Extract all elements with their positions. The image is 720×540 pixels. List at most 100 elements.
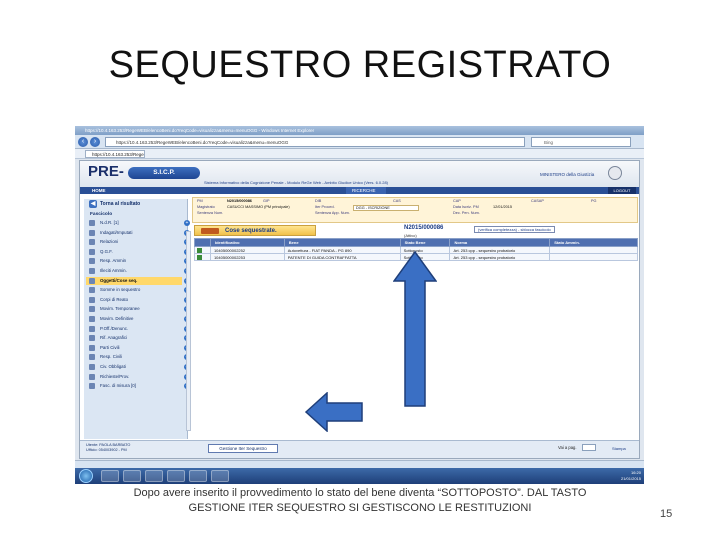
sidebar-item-label: Movim. Temporanee <box>100 306 140 312</box>
sidebar-item-icon <box>89 316 95 322</box>
sidebar-item[interactable]: Relazioni <box>86 238 182 246</box>
data-iscrizione-value: 12/01/2015 <box>493 205 513 209</box>
sidebar-item[interactable]: Indagati/Imputati <box>86 229 182 237</box>
sentenza-app-label: Sentenza App. Num. <box>315 211 350 215</box>
sidebar-item[interactable]: P.Off./Denunc. <box>86 325 182 333</box>
taskbar-app-media-icon[interactable] <box>145 470 163 482</box>
sidebar-item[interactable]: Corpi di Reato <box>86 296 182 304</box>
go-to-page-input[interactable] <box>582 444 596 451</box>
sidebar-item[interactable]: Civ. Obbligati <box>86 363 182 371</box>
sidebar-item-icon <box>89 287 95 294</box>
back-to-results-button[interactable]: ◀ Torna al risultato <box>86 199 184 209</box>
windows-taskbar: 16:20 21/01/2015 <box>75 468 644 484</box>
browser-address-bar: ‹ › https://10.4.163.253/RegeWEB/elencoB… <box>75 135 644 149</box>
sidebar-item-label: Relazioni <box>100 239 119 245</box>
sidebar-item-icon <box>89 383 95 390</box>
taskbar-app-browser-icon[interactable] <box>167 470 185 482</box>
sidebar-item-icon <box>89 306 95 313</box>
taskbar-app-ie-icon[interactable] <box>101 470 119 482</box>
sidebar-scrollbar[interactable] <box>186 231 191 431</box>
sidebar-item[interactable]: Rif. Anagrafici <box>86 334 182 342</box>
fascicolo-header: Fascicolo <box>90 212 113 217</box>
iter-value: DGG - ISCRIZIONE <box>353 205 419 212</box>
sidebar-item[interactable]: Somme in sequestro <box>86 286 182 294</box>
app-header: PRE- S.I.C.P. Sistema Informativo della … <box>80 161 639 187</box>
logout-button[interactable]: LOGOUT <box>608 187 636 194</box>
table-cell <box>549 246 638 254</box>
sidebar-item-icon <box>89 258 95 265</box>
dec-pen-label: Dec. Pen. Num. <box>453 211 480 215</box>
start-button-icon[interactable] <box>79 469 93 483</box>
browser-tab[interactable]: https://10.4.163.253/Rege... <box>85 150 145 158</box>
table-header-cell: Bene <box>283 238 401 247</box>
cas-label: CAS <box>393 199 401 203</box>
sidebar-item-label: Q.G.F. <box>100 248 113 254</box>
pm-label: PM <box>197 199 203 203</box>
table-header-cell: Norma <box>449 238 551 247</box>
ricerche-button[interactable]: RICERCHE <box>346 187 386 194</box>
taskbar-app-powerpoint-icon[interactable] <box>211 470 229 482</box>
sidebar-item[interactable]: Resp. Ammin <box>86 257 182 265</box>
caption-line-2: GESTIONE ITER SEQUESTRO SI GESTISCONO LE… <box>188 502 532 514</box>
sidebar-item[interactable]: N.d.R. [1] <box>86 219 182 227</box>
sidebar-item-label: Resp. Ammin <box>100 258 127 264</box>
home-button[interactable]: HOME <box>86 187 106 194</box>
print-button[interactable]: Stampa <box>612 446 626 451</box>
sidebar-item-label: Indagati/Imputati <box>100 229 133 235</box>
back-arrow-icon[interactable]: ‹ <box>78 137 88 147</box>
table-cell <box>549 253 638 261</box>
app-footer: Utente: PAOLA BARBATO Ufficio: 054003902… <box>80 440 639 458</box>
sidebar: ◀ Torna al risultato Fascicolo N.d.R. [1… <box>84 199 190 439</box>
section-title-icon <box>201 228 219 234</box>
procedure-info-panel: PM N2015/000086 GIP DIB CAS CAP CASAP PG… <box>192 197 638 223</box>
sidebar-item[interactable]: Resp. Civili <box>86 353 182 361</box>
sidebar-item-label: Somme in sequestro <box>100 287 141 293</box>
dib-label: DIB <box>315 199 322 203</box>
iter-label: Iter Proced. <box>315 205 335 209</box>
app-subtitle: Sistema Informativo della Cognizione Pen… <box>204 180 389 185</box>
expand-plus-icon[interactable]: + <box>184 220 190 226</box>
sidebar-item-label: Richieste/Prov. <box>100 373 130 379</box>
taskbar-app-word-icon[interactable] <box>189 470 207 482</box>
ministry-label: MINISTERO della Giustizia <box>540 172 595 177</box>
sidebar-item[interactable]: Fasc. di misura [0] <box>86 382 182 390</box>
sidebar-item-label: Civ. Obbligati <box>100 364 126 369</box>
app-menubar: HOME RICERCHE LOGOUT <box>80 187 639 194</box>
sidebar-item-icon <box>89 220 95 226</box>
slide-title: SEQUESTRO REGISTRATO <box>108 44 612 86</box>
procedure-number: N2015/000086 <box>404 225 444 231</box>
sidebar-item[interactable]: Movim. Definitive <box>86 315 182 323</box>
sidebar-item-icon <box>89 239 95 246</box>
table-cell: Art. 253 cpp - sequestro probatorio <box>449 246 551 254</box>
app-logo: PRE- <box>88 163 124 180</box>
sidebar-item-icon <box>89 364 95 370</box>
browser-status-bar <box>75 460 644 468</box>
system-tray: 16:20 21/01/2015 <box>581 470 641 482</box>
table-header-cell: Identificativo <box>209 238 285 247</box>
gestione-iter-sequestro-button[interactable]: Gestione Iter Sequestro <box>208 444 278 453</box>
pg-label: PG <box>591 199 597 203</box>
table-header-cell: Stato Bene <box>399 238 451 247</box>
sidebar-item[interactable]: Parti Civili <box>86 344 182 352</box>
row-select-icon[interactable] <box>197 247 202 253</box>
table-cell <box>194 246 211 254</box>
sidebar-item[interactable]: Movim. Temporanee <box>86 305 182 313</box>
search-input[interactable]: Bing <box>531 137 631 147</box>
taskbar-app-explorer-icon[interactable] <box>123 470 141 482</box>
table-header-cell <box>194 238 211 247</box>
table-header-cell: Stato Ammin. <box>549 238 638 247</box>
table-cell: 10405000002252 <box>209 246 285 254</box>
table-cell: 10405000002253 <box>209 253 285 261</box>
caption-line-1: Dopo avere inserito il provvedimento lo … <box>133 487 587 499</box>
sidebar-item[interactable]: Illeciti Ammin. <box>86 267 182 275</box>
sidebar-item-label: Parti Civili <box>100 344 120 350</box>
verifica-completezza-link[interactable]: (verifica completezza) - sblocca fascico… <box>474 226 555 233</box>
row-select-icon[interactable] <box>197 254 202 260</box>
table-cell: Autovettura - FIAT PANDA - PG 890 <box>283 246 401 254</box>
address-input[interactable]: https://10.4.163.253/RegeWEB/elencoBeni.… <box>105 137 525 147</box>
forward-arrow-icon[interactable]: › <box>90 137 100 147</box>
sidebar-item[interactable]: Q.G.F. <box>86 248 182 256</box>
sidebar-item-label: N.d.R. [1] <box>100 220 119 225</box>
sidebar-item[interactable]: Richieste/Prov. <box>86 373 182 381</box>
sidebar-item[interactable]: Oggetti/Cose seq. <box>86 276 182 285</box>
